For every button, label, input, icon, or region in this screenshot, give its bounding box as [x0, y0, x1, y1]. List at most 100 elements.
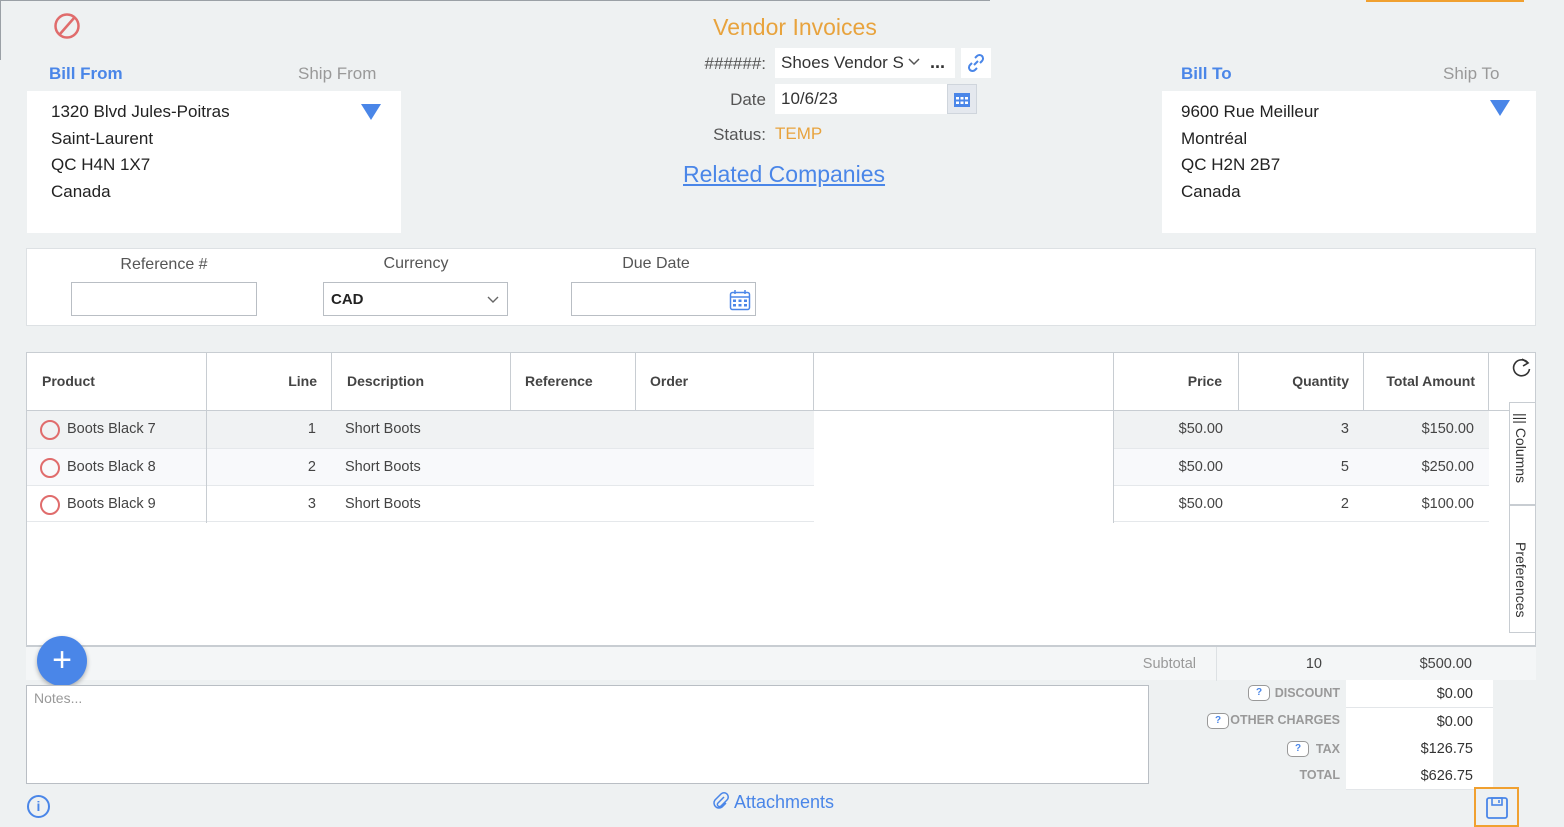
quantity-cell[interactable]: 3 — [1239, 411, 1349, 448]
tab-ship-from[interactable]: Ship From — [298, 64, 376, 84]
address-line: QC H4N 1X7 — [51, 155, 151, 174]
active-tab-indicator — [1366, 0, 1524, 2]
description-cell[interactable]: Short Boots — [345, 449, 421, 486]
row-status-icon[interactable] — [40, 495, 60, 515]
date-picker-button[interactable] — [947, 84, 977, 114]
column-header-quantity[interactable]: Quantity — [1239, 353, 1364, 410]
save-icon — [1486, 797, 1508, 819]
reference-input[interactable] — [71, 282, 257, 316]
bill-to-address[interactable]: 9600 Rue Meilleur Montréal QC H2N 2B7 Ca… — [1162, 91, 1536, 233]
subtotal-quantity: 10 — [1305, 656, 1322, 672]
table-row-values[interactable]: $50.00 2 $100.00 — [1114, 485, 1489, 522]
plus-icon: + — [52, 641, 72, 679]
total-cell: $250.00 — [1421, 459, 1474, 475]
date-label: Date — [730, 90, 766, 109]
top-border — [0, 0, 990, 1]
column-header-product[interactable]: Product — [27, 353, 207, 410]
product-cell[interactable]: Boots Black 7 — [67, 411, 156, 448]
address-line: Canada — [1181, 181, 1241, 201]
table-row-values[interactable]: $50.00 3 $150.00 — [1114, 411, 1489, 448]
column-header-order[interactable]: Order — [636, 353, 814, 410]
notes-textarea[interactable]: Notes... — [26, 685, 1149, 784]
tax-label: TAX — [1315, 742, 1340, 756]
dropdown-triangle-icon[interactable] — [361, 104, 381, 120]
table-row-values[interactable]: $50.00 5 $250.00 — [1114, 448, 1489, 485]
product-cell[interactable]: Boots Black 9 — [67, 486, 156, 523]
status-value: TEMP — [775, 124, 823, 143]
columns-icon: ||| — [1513, 413, 1529, 424]
quantity-cell[interactable]: 2 — [1239, 486, 1349, 523]
address-line: Saint-Laurent — [51, 128, 154, 148]
add-line-button[interactable]: + — [37, 636, 87, 686]
tax-value[interactable]: $126.75 — [1346, 735, 1493, 763]
page-title: Vendor Invoices — [713, 14, 877, 40]
currency-select[interactable]: CAD — [323, 282, 508, 316]
quantity-cell[interactable]: 5 — [1239, 449, 1349, 486]
columns-side-tab[interactable]: ||| Columns — [1509, 402, 1536, 505]
column-divider — [206, 411, 207, 523]
address-line: Montréal — [1181, 128, 1248, 148]
link-icon — [967, 53, 985, 73]
columns-tab-label: Columns — [1513, 427, 1529, 484]
description-cell[interactable]: Short Boots — [345, 486, 421, 523]
subtotal-amount: $500.00 — [1419, 656, 1472, 672]
tab-bill-to[interactable]: Bill To — [1181, 64, 1232, 84]
row-status-icon[interactable] — [40, 458, 60, 478]
calendar-icon — [954, 93, 970, 107]
calendar-icon[interactable] — [729, 289, 751, 311]
address-line: QC H2N 2B7 — [1181, 155, 1281, 174]
bill-from-address[interactable]: 1320 Blvd Jules-Poitras Saint-Laurent QC… — [27, 91, 401, 233]
reference-label: Reference # — [120, 256, 208, 273]
void-icon[interactable] — [53, 12, 81, 40]
subtotal-bar: Subtotal 10 $500.00 — [26, 646, 1536, 681]
empty-header-space — [814, 353, 1114, 410]
line-items-grid: Product Line Description Reference Order… — [26, 352, 1536, 646]
line-cell: 3 — [307, 496, 316, 512]
preferences-side-tab[interactable]: Preferences — [1509, 505, 1536, 633]
info-icon[interactable]: i — [27, 795, 50, 818]
column-header-line[interactable]: Line — [207, 353, 332, 410]
save-button[interactable] — [1474, 787, 1519, 827]
attachments-link[interactable]: Attachments — [712, 792, 834, 813]
product-cell[interactable]: Boots Black 8 — [67, 449, 156, 486]
price-cell[interactable]: $50.00 — [1114, 411, 1223, 448]
table-row[interactable]: Boots Black 8 2 Short Boots — [27, 448, 814, 485]
price-cell[interactable]: $50.00 — [1114, 486, 1223, 523]
link-button[interactable] — [961, 48, 991, 78]
attachments-label: Attachments — [734, 792, 835, 812]
column-header-price[interactable]: Price — [1114, 353, 1239, 410]
price-cell[interactable]: $50.00 — [1114, 449, 1223, 486]
row-status-icon[interactable] — [40, 420, 60, 440]
address-line: 9600 Rue Meilleur — [1181, 102, 1319, 121]
table-row[interactable]: Boots Black 7 1 Short Boots — [27, 411, 814, 448]
description-cell[interactable]: Short Boots — [345, 411, 421, 448]
line-cell: 2 — [307, 459, 316, 475]
status-label: Status: — [713, 125, 766, 144]
more-options-button[interactable]: ... — [930, 52, 945, 73]
paperclip-icon — [713, 792, 729, 809]
other-charges-value[interactable]: $0.00 — [1346, 708, 1493, 736]
column-header-description[interactable]: Description — [332, 353, 511, 410]
column-header-reference[interactable]: Reference — [511, 353, 636, 410]
table-row[interactable]: Boots Black 9 3 Short Boots — [27, 485, 814, 522]
dropdown-triangle-icon[interactable] — [1490, 100, 1510, 116]
discount-value[interactable]: $0.00 — [1346, 680, 1493, 708]
line-cell: 1 — [307, 421, 316, 437]
date-input[interactable]: 10/6/23 — [775, 84, 947, 114]
refresh-icon[interactable] — [1511, 356, 1533, 378]
related-companies-link[interactable]: Related Companies — [683, 161, 885, 188]
column-header-total-amount[interactable]: Total Amount — [1364, 353, 1489, 410]
vendor-select[interactable]: Shoes Vendor S — [775, 48, 955, 78]
other-charges-label: OTHER CHARGES — [1230, 713, 1340, 727]
invoice-fields-panel: Reference # Currency CAD Due Date — [26, 248, 1536, 326]
address-line: 1320 Blvd Jules-Poitras — [51, 102, 230, 121]
discount-label: DISCOUNT — [1274, 686, 1340, 700]
currency-value: CAD — [331, 291, 364, 308]
chevron-down-icon — [487, 296, 499, 303]
tab-ship-to[interactable]: Ship To — [1443, 64, 1499, 84]
address-line: Canada — [51, 181, 111, 201]
preferences-tab-label: Preferences — [1513, 542, 1529, 618]
chevron-down-icon[interactable] — [907, 57, 921, 67]
left-border — [0, 0, 1, 60]
tab-bill-from[interactable]: Bill From — [49, 64, 123, 84]
